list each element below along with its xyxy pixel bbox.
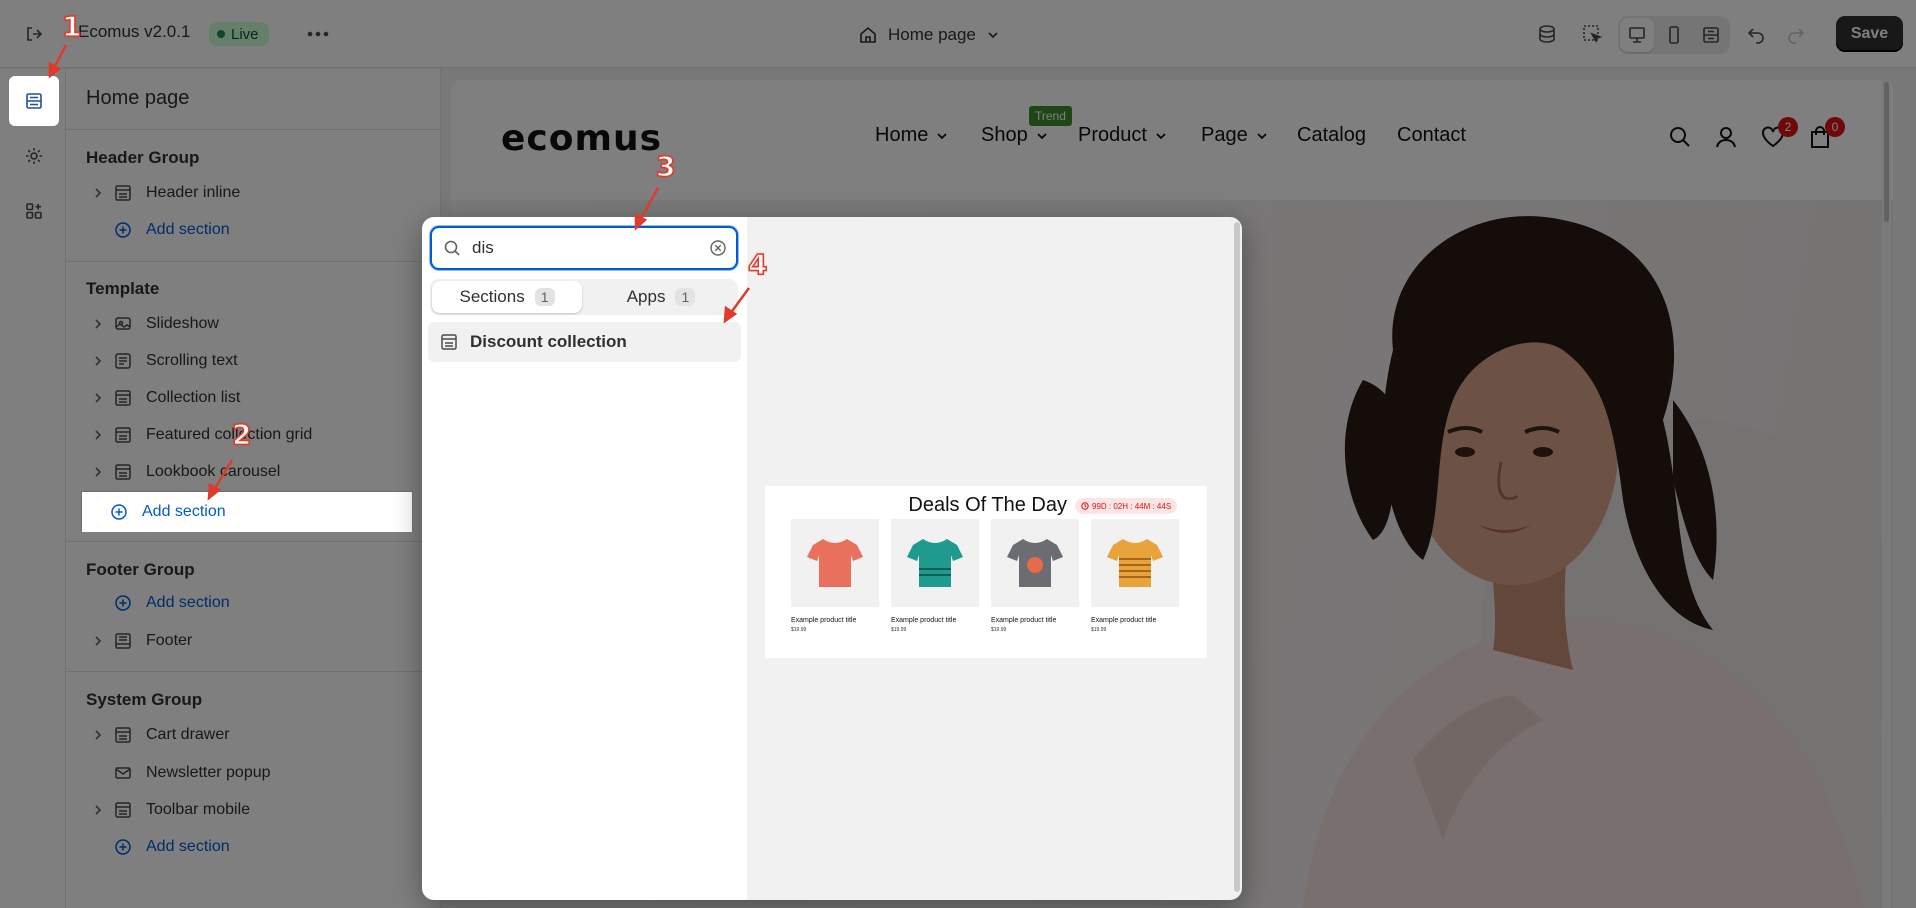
annotation-marker-3: 3	[655, 149, 676, 184]
annotation-marker-1: 1	[61, 9, 82, 44]
annotation-marker-4: 4	[747, 247, 768, 282]
annotation-arrows	[48, 44, 751, 501]
annotation-marker-2: 2	[231, 417, 252, 452]
